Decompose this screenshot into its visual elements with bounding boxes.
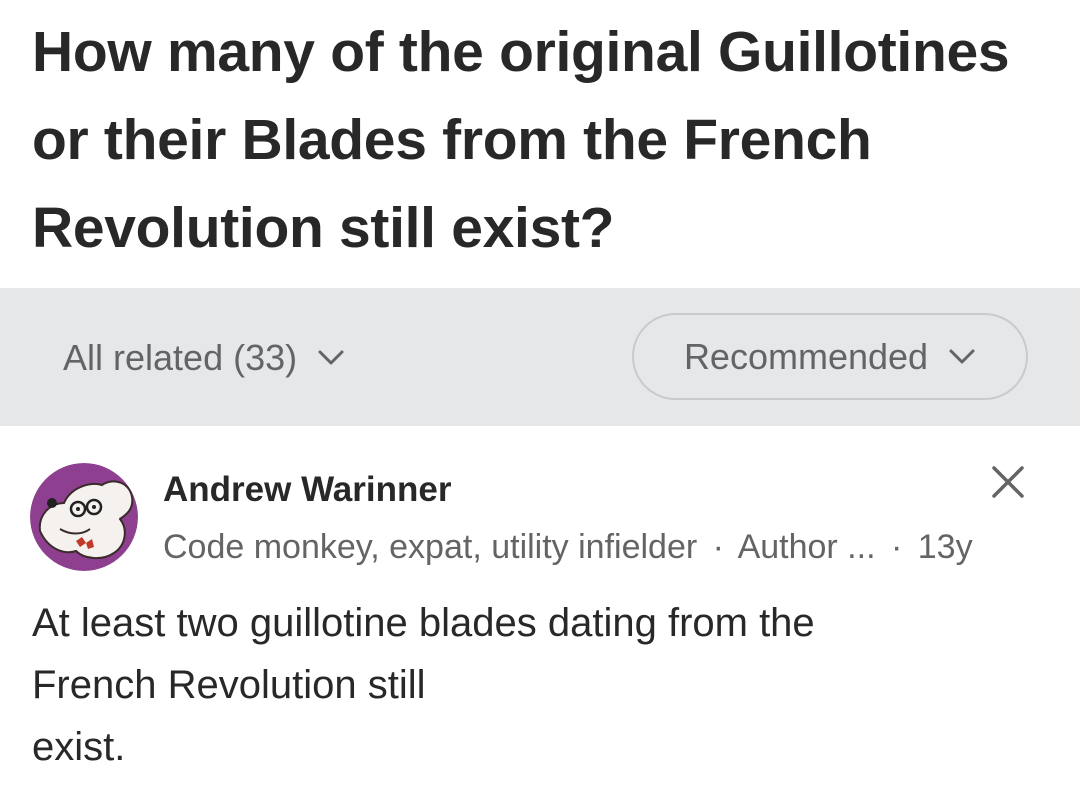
all-related-dropdown[interactable]: All related (33) xyxy=(63,332,345,384)
answer-line: exist. xyxy=(32,725,126,769)
question-title: How many of the original Guillotines or … xyxy=(32,20,1010,260)
answer-line: At least two guillotine blades dating fr… xyxy=(32,601,815,645)
separator: · xyxy=(890,528,903,566)
credential-text: Code monkey, expat, utility infielder xyxy=(163,528,698,566)
chevron-down-icon xyxy=(949,349,975,363)
author-tag: Author ... xyxy=(737,528,876,566)
avatar-image xyxy=(30,463,138,571)
avatar[interactable] xyxy=(30,463,138,571)
sort-label: Recommended xyxy=(683,335,929,377)
close-icon[interactable] xyxy=(988,462,1028,502)
all-related-label: All related (33) xyxy=(63,337,298,378)
answer-line: French Revolution still xyxy=(32,663,426,707)
sort-dropdown[interactable]: Recommended xyxy=(632,313,1028,400)
author-credentials: Code monkey, expat, utility infielder · … xyxy=(163,528,973,567)
answer-body[interactable]: At least two guillotine blades dating fr… xyxy=(32,592,1032,778)
author-name[interactable]: Andrew Warinner xyxy=(163,470,451,510)
separator: · xyxy=(712,528,724,566)
answer-age[interactable]: 13y xyxy=(918,528,973,566)
chevron-down-icon xyxy=(318,350,344,365)
